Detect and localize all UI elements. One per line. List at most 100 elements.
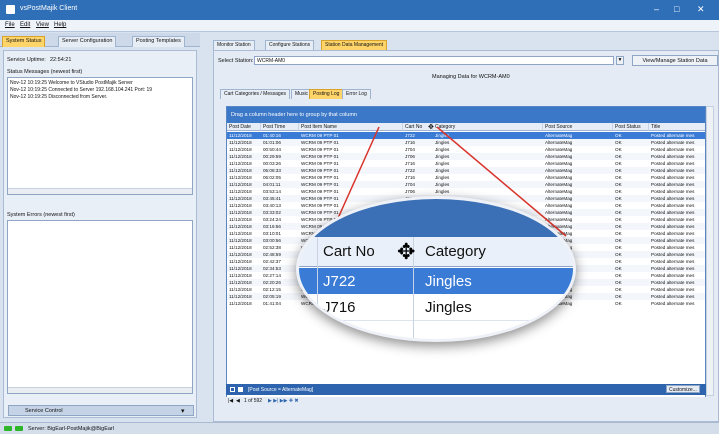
table-cell: Posted alternate mes bbox=[651, 294, 695, 299]
next-page-icon[interactable]: ▶ ▶| ▶▶ ✚ ✖ bbox=[268, 398, 299, 404]
right-tab-strip: Monitor Station Configure Stations Stati… bbox=[213, 40, 719, 50]
magnified-category-value: Jingles bbox=[425, 299, 472, 316]
table-cell: OK bbox=[615, 273, 622, 278]
column-header-category[interactable]: Category bbox=[433, 123, 543, 131]
table-cell: Posted alternate mes bbox=[651, 224, 695, 229]
table-cell: WCRM 09 PTP 01 bbox=[301, 168, 339, 173]
column-header-title[interactable]: Title bbox=[649, 123, 705, 131]
column-header-cart-no[interactable]: Cart No bbox=[403, 123, 433, 131]
horizontal-scrollbar[interactable] bbox=[8, 387, 192, 393]
table-cell: OK bbox=[615, 196, 622, 201]
column-header-post-date[interactable]: Post Date bbox=[227, 123, 261, 131]
column-header-post-status[interactable]: Post Status bbox=[613, 123, 649, 131]
station-select-value: WCRM-AM0 bbox=[257, 58, 286, 64]
sub-tab-strip: Cart Categories / Messages Music Posting… bbox=[220, 89, 520, 99]
table-cell: Jingles bbox=[435, 140, 450, 145]
magnified-header-cart-no: Cart No bbox=[323, 243, 375, 260]
table-cell: 02:20:26 bbox=[263, 280, 281, 285]
magnified-header-category: Category bbox=[425, 243, 486, 260]
table-cell: J716 bbox=[405, 175, 415, 180]
table-cell: WCRM 09 PTP 01 bbox=[301, 140, 339, 145]
horizontal-scrollbar[interactable] bbox=[8, 188, 192, 194]
service-control-bar[interactable]: Service Control ▾ bbox=[8, 405, 194, 416]
table-cell: AlternateMag bbox=[545, 168, 573, 173]
table-cell: 03:24:24 bbox=[263, 217, 281, 222]
table-cell: AlternateMag bbox=[545, 133, 573, 138]
table-cell: WCRM 09 PTP 01 bbox=[301, 133, 339, 138]
close-button[interactable]: ✕ bbox=[697, 4, 705, 15]
prev-page-icon[interactable]: ◀ bbox=[236, 398, 240, 404]
dropdown-arrow-icon[interactable]: ▼ bbox=[616, 56, 624, 65]
table-cell: 11/12/2018 bbox=[229, 147, 252, 152]
table-cell: OK bbox=[615, 266, 622, 271]
tab-posting-log[interactable]: Posting Log bbox=[309, 89, 344, 99]
table-cell: 11/12/2018 bbox=[229, 203, 252, 208]
tab-monitor-station[interactable]: Monitor Station bbox=[213, 40, 255, 50]
table-cell: Posted alternate mes bbox=[651, 203, 695, 208]
view-manage-station-data-button[interactable]: View/Manage Station Data bbox=[632, 55, 718, 66]
table-cell: Posted alternate mes bbox=[651, 217, 695, 222]
table-cell: 11/12/2018 bbox=[229, 287, 252, 292]
table-cell: 02:27:14 bbox=[263, 273, 281, 278]
table-row[interactable]: 11/12/2018 04:01:11 WCRM 09 PTP 01 J704 Jing… bbox=[227, 181, 705, 188]
group-by-hint: Drag a column header here to group by th… bbox=[227, 107, 705, 123]
column-header-post-source[interactable]: Post Source bbox=[543, 123, 613, 131]
menu-help[interactable]: Help bbox=[54, 22, 66, 28]
minimize-button[interactable]: – bbox=[654, 4, 659, 14]
table-row[interactable]: 11/12/2018 00:03:26 WCRM 09 PTP 01 J716 Jing… bbox=[227, 160, 705, 167]
table-cell: OK bbox=[615, 147, 622, 152]
table-row[interactable]: 11/12/2018 03:53:14 WCRM 09 PTP 01 J706 Jing… bbox=[227, 188, 705, 195]
tab-error-log[interactable]: Error Log bbox=[342, 89, 371, 99]
table-cell: 05:08:33 bbox=[263, 168, 281, 173]
filter-close-icon[interactable] bbox=[230, 387, 235, 392]
table-cell: OK bbox=[615, 238, 622, 243]
status-messages-list[interactable]: Nov-12 10:19:25 Welcome to VStudio PostM… bbox=[7, 77, 193, 195]
table-row[interactable]: 11/12/2018 00:29:59 WCRM 09 PTP 01 J706 Jing… bbox=[227, 153, 705, 160]
system-status-panel: Service Uptime: 22:54:21 Status Messages… bbox=[3, 50, 197, 418]
connection-led-icon bbox=[4, 426, 12, 431]
table-cell: 02:34:53 bbox=[263, 266, 281, 271]
tab-server-configuration[interactable]: Server Configuration bbox=[58, 36, 117, 47]
table-cell: Jingles bbox=[435, 168, 450, 173]
table-row[interactable]: 11/12/2018 00:50:44 WCRM 09 PTP 01 J704 Jing… bbox=[227, 146, 705, 153]
magnified-cart-value: J716 bbox=[323, 299, 356, 316]
table-row[interactable]: 11/12/2018 05:02:05 WCRM 09 PTP 01 J716 Jing… bbox=[227, 174, 705, 181]
tab-system-status[interactable]: System Status bbox=[2, 36, 46, 47]
table-cell: WCRM 09 PTP 01 bbox=[301, 147, 339, 152]
filter-checkbox[interactable] bbox=[238, 387, 243, 392]
maximize-button[interactable]: □ bbox=[674, 4, 679, 14]
table-row[interactable]: 11/12/2018 01:01:06 WCRM 09 PTP 01 J716 Jing… bbox=[227, 139, 705, 146]
table-cell: 01:40:16 bbox=[263, 133, 281, 138]
table-cell: 11/12/2018 bbox=[229, 217, 252, 222]
table-row[interactable]: 11/12/2018 01:40:16 WCRM 09 PTP 01 J722 Jing… bbox=[227, 132, 705, 139]
system-errors-list[interactable] bbox=[7, 220, 193, 394]
station-select[interactable]: WCRM-AM0 bbox=[254, 56, 614, 65]
menu-file[interactable]: File bbox=[5, 22, 15, 28]
tab-cart-categories[interactable]: Cart Categories / Messages bbox=[220, 89, 290, 99]
vertical-scrollbar[interactable] bbox=[706, 106, 714, 396]
table-cell: 03:10:01 bbox=[263, 231, 281, 236]
table-row[interactable]: 11/12/2018 05:08:33 WCRM 09 PTP 01 J722 Jing… bbox=[227, 167, 705, 174]
customize-button[interactable]: Customize... bbox=[666, 385, 700, 393]
table-cell: AlternateMag bbox=[545, 147, 573, 152]
tab-configure-stations[interactable]: Configure Stations bbox=[265, 40, 315, 50]
table-cell: 11/12/2018 bbox=[229, 238, 252, 243]
column-header-post-item-name[interactable]: Post Item Name bbox=[299, 123, 403, 131]
table-cell: AlternateMag bbox=[545, 140, 573, 145]
tab-station-data-management[interactable]: Station Data Management bbox=[321, 40, 388, 50]
table-cell: WCRM 09 PTP 01 bbox=[301, 154, 339, 159]
expand-icon[interactable]: ▾ bbox=[181, 407, 185, 415]
table-cell: OK bbox=[615, 259, 622, 264]
menu-view[interactable]: View bbox=[36, 22, 49, 28]
left-tab-strip: System Status Server Configuration Posti… bbox=[0, 33, 200, 47]
magnified-category-value: Jingles bbox=[425, 273, 472, 290]
menu-edit[interactable]: Edit bbox=[20, 22, 30, 28]
tab-posting-templates[interactable]: Posting Templates bbox=[132, 36, 185, 47]
system-errors-label: System Errors (newest first) bbox=[7, 212, 75, 218]
first-page-icon[interactable]: |◀ bbox=[228, 398, 233, 404]
pager: |◀ ◀ 1 of 592 ▶ ▶| ▶▶ ✚ ✖ bbox=[226, 397, 706, 407]
table-cell: Posted alternate mes bbox=[651, 168, 695, 173]
uptime-value: 22:54:21 bbox=[50, 57, 72, 63]
column-header-post-time[interactable]: Post Time bbox=[261, 123, 299, 131]
filter-text: [Post Source = AlternateMag] bbox=[248, 387, 314, 393]
